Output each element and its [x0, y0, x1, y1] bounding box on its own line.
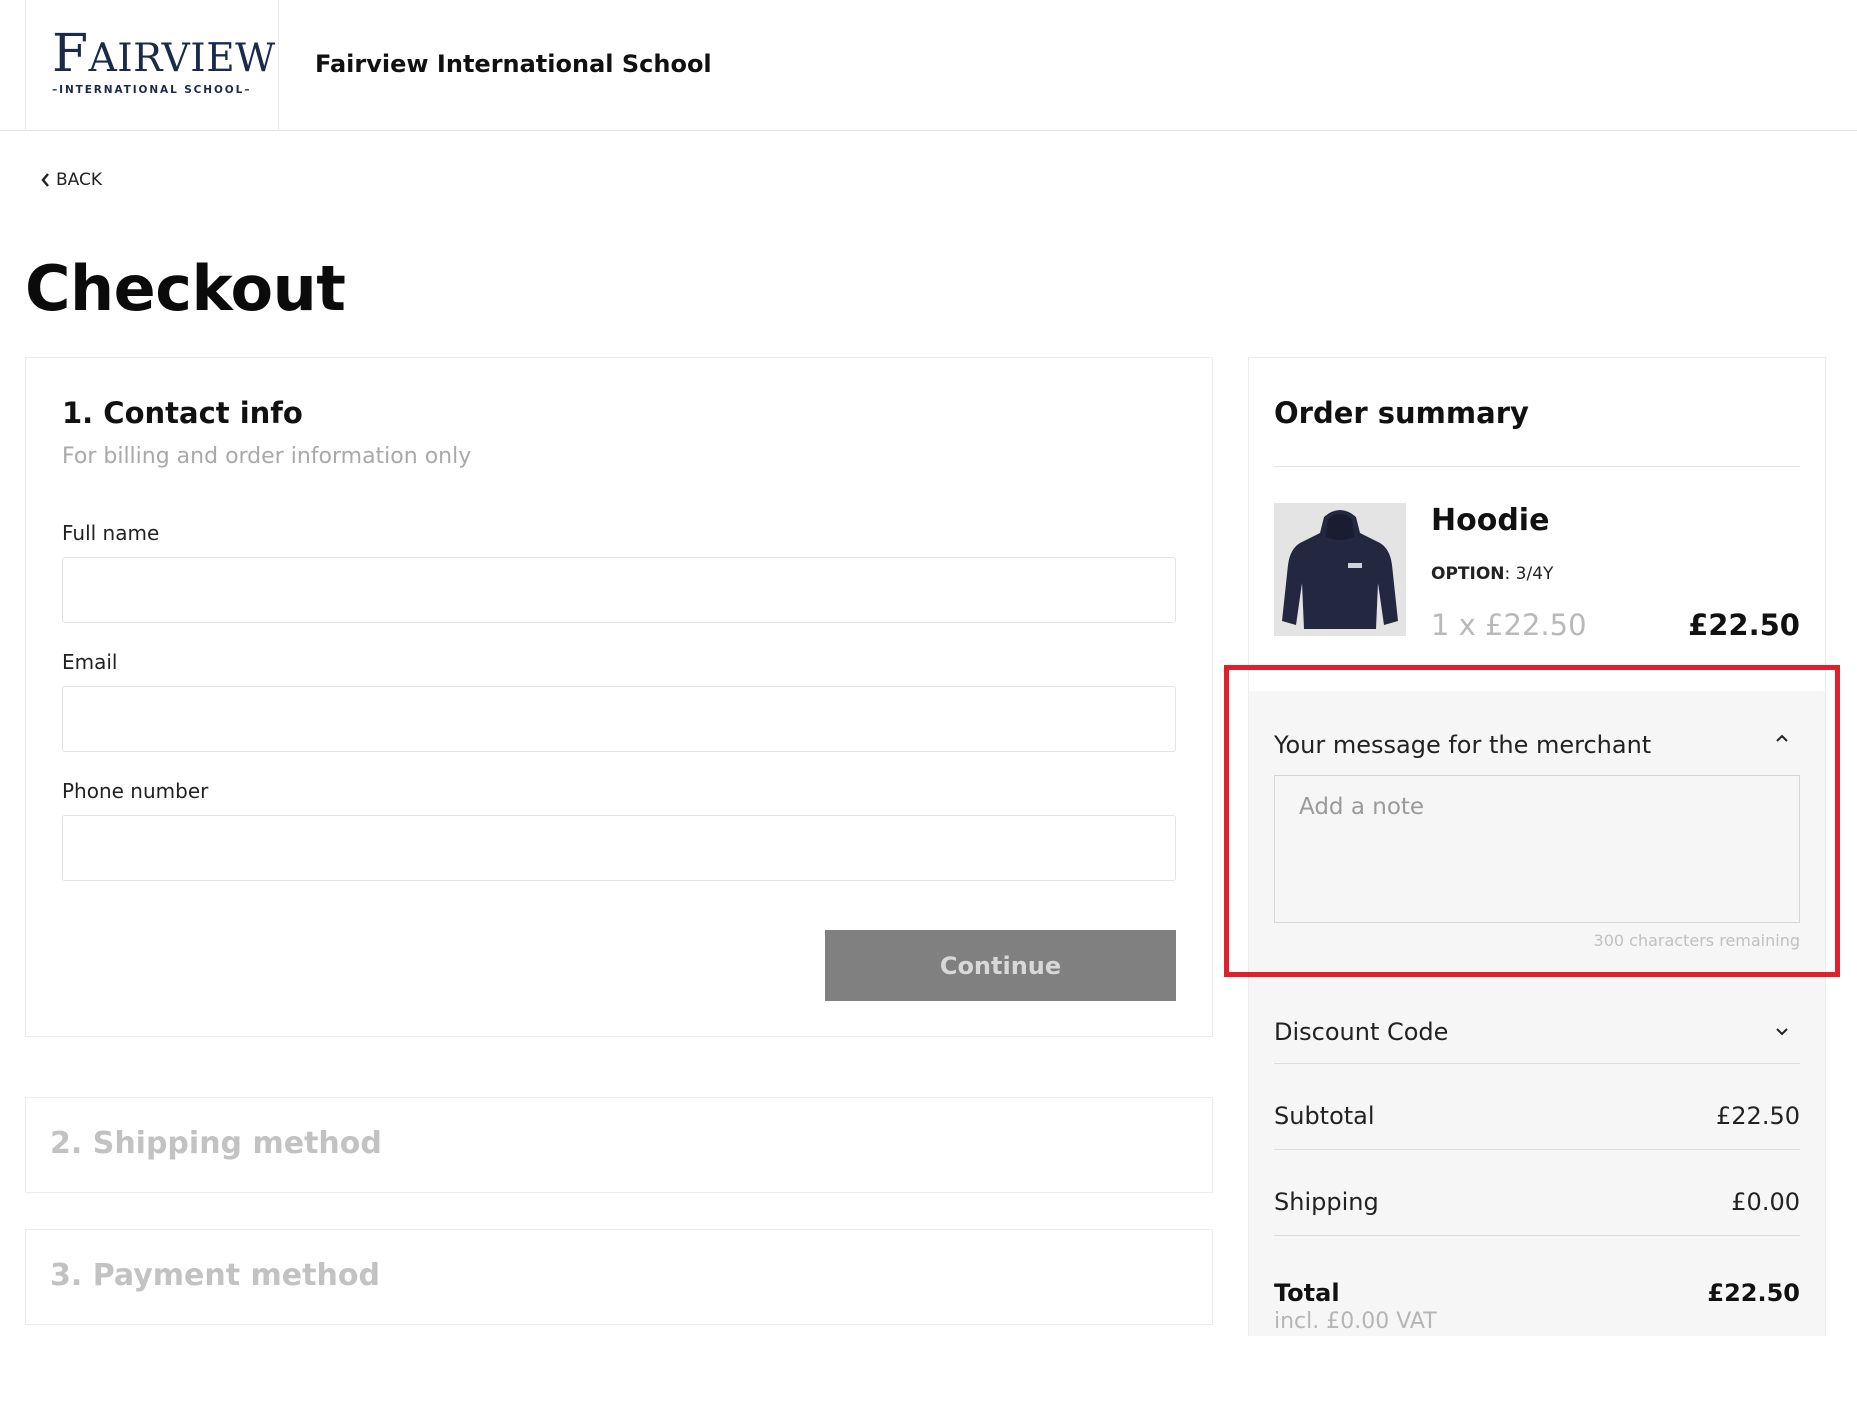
back-link[interactable]: BACK	[40, 170, 102, 190]
summary-divider	[1274, 1235, 1800, 1236]
chevron-down-icon[interactable]	[1775, 1025, 1789, 1039]
vat-note: incl. £0.00 VAT	[1274, 1309, 1437, 1334]
phone-number-input[interactable]	[62, 815, 1176, 881]
school-logo[interactable]: FAIRVIEW –INTERNATIONAL SCHOOL–	[25, 0, 279, 131]
back-label: BACK	[56, 170, 103, 190]
logo-tagline: –INTERNATIONAL SCHOOL–	[52, 84, 252, 96]
shipping-method-step[interactable]: 2. Shipping method	[25, 1097, 1213, 1193]
hoodie-image	[1274, 503, 1406, 636]
merchant-message-toggle[interactable]: Your message for the merchant	[1274, 731, 1651, 759]
full-name-input[interactable]	[62, 557, 1176, 623]
contact-info-title: 1. Contact info	[62, 396, 303, 430]
payment-method-step[interactable]: 3. Payment method	[25, 1229, 1213, 1325]
shipping-method-label: 2. Shipping method	[50, 1126, 382, 1161]
product-name: Hoodie	[1431, 503, 1550, 538]
total-value: £22.50	[1707, 1279, 1800, 1307]
shipping-label: Shipping	[1274, 1188, 1379, 1216]
logo-wordmark: FAIRVIEW	[52, 24, 276, 84]
contact-info-panel: 1. Contact info For billing and order in…	[25, 357, 1213, 1037]
product-line-total: £22.50	[1688, 608, 1800, 642]
subtotal-label: Subtotal	[1274, 1102, 1375, 1130]
discount-code-toggle[interactable]: Discount Code	[1274, 1018, 1448, 1046]
merchant-note-textarea[interactable]	[1274, 775, 1800, 923]
summary-details: Your message for the merchant 300 charac…	[1249, 691, 1825, 1336]
continue-button[interactable]: Continue	[825, 930, 1176, 1001]
product-option: OPTION: 3/4Y	[1431, 564, 1554, 584]
product-quantity-price: 1 x £22.50	[1431, 608, 1587, 642]
order-summary-panel: Order summary Hoodie OPTION: 3/4Y 1 x £2…	[1248, 357, 1826, 1336]
email-label: Email	[62, 650, 118, 674]
page-title: Checkout	[25, 252, 346, 325]
email-input[interactable]	[62, 686, 1176, 752]
full-name-label: Full name	[62, 521, 160, 545]
characters-remaining: 300 characters remaining	[1593, 931, 1800, 950]
shipping-value: £0.00	[1731, 1188, 1800, 1216]
order-summary-title: Order summary	[1274, 396, 1529, 430]
chevron-up-icon[interactable]	[1775, 731, 1789, 745]
total-label: Total	[1274, 1279, 1340, 1307]
chevron-left-icon	[41, 173, 49, 187]
payment-method-label: 3. Payment method	[50, 1258, 380, 1293]
school-name: Fairview International School	[315, 50, 712, 78]
summary-divider	[1274, 1149, 1800, 1150]
summary-divider	[1274, 1063, 1800, 1064]
contact-info-subtitle: For billing and order information only	[62, 444, 472, 469]
site-header: FAIRVIEW –INTERNATIONAL SCHOOL– Fairview…	[0, 0, 1857, 131]
phone-number-label: Phone number	[62, 779, 209, 803]
subtotal-value: £22.50	[1716, 1102, 1800, 1130]
summary-divider	[1274, 466, 1800, 467]
